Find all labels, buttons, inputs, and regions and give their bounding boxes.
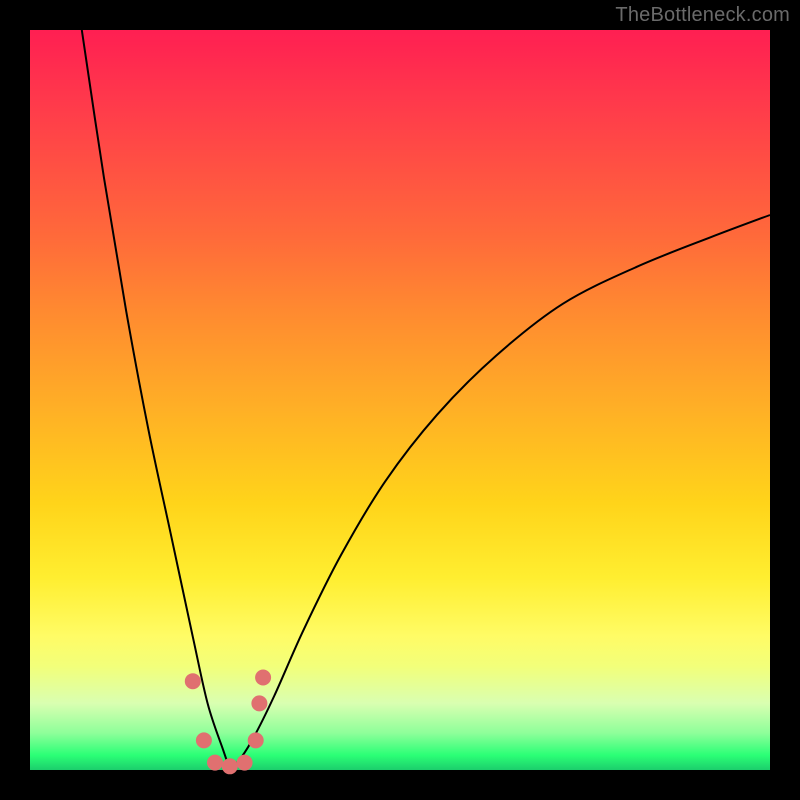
- marker-point: [237, 755, 253, 771]
- chart-svg: [30, 30, 770, 770]
- watermark-text: TheBottleneck.com: [615, 4, 790, 27]
- marker-point: [185, 673, 201, 689]
- marker-point: [222, 758, 238, 774]
- markers-group: [185, 670, 271, 775]
- plot-area: [30, 30, 770, 770]
- marker-point: [251, 695, 267, 711]
- bottleneck-curve: [82, 30, 770, 767]
- chart-frame: TheBottleneck.com: [0, 0, 800, 800]
- marker-point: [196, 732, 212, 748]
- marker-point: [248, 732, 264, 748]
- marker-point: [255, 670, 271, 686]
- marker-point: [207, 755, 223, 771]
